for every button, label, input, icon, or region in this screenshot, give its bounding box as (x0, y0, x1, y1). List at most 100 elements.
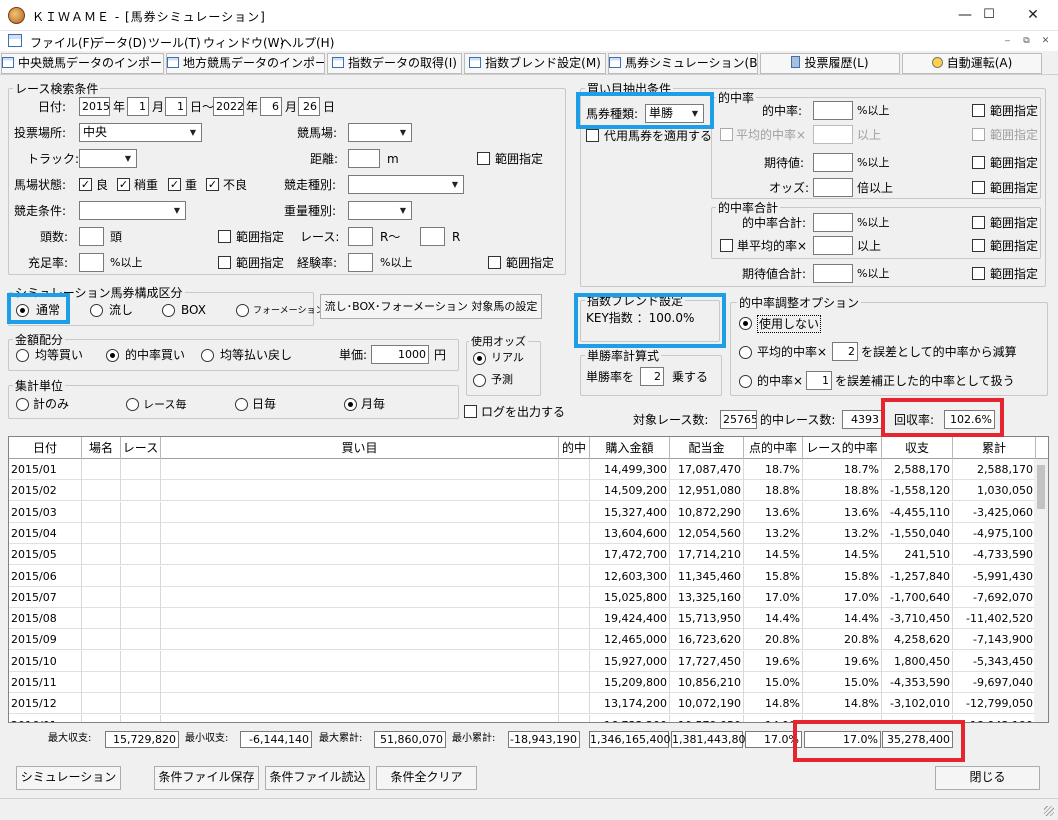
table-row[interactable]: 2015/07 15,025,800 13,325,160 17.0% 17.0% -1,… (9, 586, 1036, 608)
experience-range-checkbox[interactable] (488, 256, 501, 269)
menu-tools[interactable]: ツール(T) (148, 34, 201, 51)
table-row[interactable]: 2015/04 13,604,600 12,054,560 13.2% 13.2% -1,… (9, 522, 1036, 544)
race-to-input[interactable] (420, 227, 445, 246)
target-horse-setting-button[interactable]: 流し･BOX･フォーメーション 対象馬の設定 (320, 294, 542, 319)
adjust-none-radio[interactable] (739, 317, 752, 330)
col-date[interactable]: 日付 (9, 437, 82, 459)
col-balance[interactable]: 収支 (882, 437, 953, 459)
clear-conditions-button[interactable]: 条件全クリア (376, 766, 477, 790)
racecourse-select[interactable]: ▼ (348, 123, 412, 142)
runners-input[interactable] (79, 227, 104, 246)
expected-sum-input[interactable] (813, 264, 853, 283)
expected-range-checkbox[interactable] (972, 156, 985, 169)
weight-type-select[interactable]: ▼ (348, 201, 412, 220)
odds-real-radio[interactable] (473, 352, 486, 365)
single-avg-checkbox[interactable] (720, 239, 733, 252)
expected-sum-range-checkbox[interactable] (972, 267, 985, 280)
condition-heavy-checkbox[interactable]: ✓ (168, 178, 181, 191)
table-row[interactable]: 2015/08 19,424,400 15,713,950 14.4% 14.4% -3,… (9, 608, 1036, 630)
col-hit[interactable]: 的中 (559, 437, 590, 459)
distance-input[interactable] (348, 149, 380, 168)
runners-range-checkbox[interactable] (218, 230, 231, 243)
end-year-input[interactable]: 2022 (213, 97, 244, 116)
col-venue[interactable]: 場名 (82, 437, 121, 459)
fill-rate-range-checkbox[interactable] (218, 256, 231, 269)
venue-select[interactable]: 中央 ▼ (79, 123, 202, 142)
condition-bad-checkbox[interactable]: ✓ (206, 178, 219, 191)
hit-sum-range-checkbox[interactable] (972, 216, 985, 229)
col-bet[interactable]: 買い目 (161, 437, 559, 459)
equal-buy-radio[interactable] (16, 349, 29, 362)
table-row[interactable]: 2015/03 15,327,400 10,872,290 13.6% 13.6% -4,… (9, 501, 1036, 523)
col-purchase[interactable]: 購入金額 (590, 437, 670, 459)
table-row[interactable]: 2015/05 17,472,700 17,714,210 14.5% 14.5% 241… (9, 544, 1036, 566)
agg-day-radio[interactable] (235, 398, 248, 411)
race-type-select[interactable]: ▼ (348, 175, 464, 194)
load-conditions-button[interactable]: 条件ファイル読込 (265, 766, 370, 790)
agg-race-radio[interactable] (126, 398, 139, 411)
col-cumulative[interactable]: 累計 (953, 437, 1036, 459)
avg-hit-input[interactable] (813, 125, 853, 144)
condition-good-checkbox[interactable]: ✓ (79, 178, 92, 191)
hit-sum-input[interactable] (813, 213, 853, 232)
menu-help[interactable]: ヘルプ(H) (280, 34, 334, 51)
sim-nagashi-radio[interactable] (90, 304, 103, 317)
start-day-input[interactable]: 1 (165, 97, 187, 116)
distance-range-checkbox[interactable] (477, 152, 490, 165)
odds-input[interactable] (813, 178, 853, 197)
table-row[interactable]: 2015/12 13,174,200 10,072,190 14.8% 14.8% -3,… (9, 693, 1036, 715)
agg-total-radio[interactable] (16, 398, 29, 411)
mdi-close-button[interactable]: ✕ (1037, 34, 1054, 48)
table-row[interactable]: 2015/01 14,499,300 17,087,470 18.7% 18.7% 2,5… (9, 459, 1036, 480)
substitute-ticket-checkbox[interactable] (586, 129, 599, 142)
maximize-button[interactable]: ☐ (966, 0, 1012, 31)
table-row[interactable]: 2015/02 14,509,200 12,951,080 18.8% 18.8% -1,… (9, 480, 1036, 502)
log-output-checkbox[interactable] (464, 405, 477, 418)
single-avg-range-checkbox[interactable] (972, 239, 985, 252)
results-table[interactable]: 日付 場名 レース 買い目 的中 購入金額 配当金 点的中率 レース的中率 収支… (8, 436, 1049, 723)
ticket-sim-button[interactable]: 馬券シミュレーション(B) (608, 53, 758, 74)
adjust-correct-input[interactable]: 1 (806, 371, 832, 390)
adjust-subtract-radio[interactable] (739, 346, 752, 359)
menu-window[interactable]: ウィンドウ(W) (203, 34, 284, 51)
odds-predict-radio[interactable] (473, 374, 486, 387)
menu-file[interactable]: ファイル(F) (30, 34, 94, 51)
race-from-input[interactable] (348, 227, 373, 246)
mdi-restore-button[interactable]: ⧉ (1018, 34, 1035, 48)
race-condition-select[interactable]: ▼ (79, 201, 186, 220)
table-row[interactable]: 2015/06 12,603,300 11,345,460 15.8% 15.8% -1,… (9, 565, 1036, 587)
unit-price-input[interactable]: 1000 (371, 345, 429, 364)
hit-rate-range-checkbox[interactable] (972, 104, 985, 117)
close-window-button[interactable]: ✕ (1010, 0, 1056, 31)
simulation-button[interactable]: シミュレーション (16, 766, 121, 790)
adjust-correct-radio[interactable] (739, 375, 752, 388)
col-point-hit[interactable]: 点的中率 (744, 437, 803, 459)
equal-payout-radio[interactable] (201, 349, 214, 362)
table-scrollbar[interactable] (1034, 459, 1048, 722)
scrollbar-thumb[interactable] (1037, 465, 1045, 509)
odds-range-checkbox[interactable] (972, 181, 985, 194)
auto-run-button[interactable]: 自動運転(A) (902, 53, 1042, 74)
import-central-button[interactable]: 中央競馬データのインポート(J) (1, 53, 164, 74)
end-month-input[interactable]: 6 (260, 97, 282, 116)
sim-formation-radio[interactable] (236, 304, 249, 317)
table-row[interactable]: 2015/09 12,465,000 16,723,620 20.8% 20.8% 4,2… (9, 629, 1036, 651)
agg-month-radio[interactable] (344, 398, 357, 411)
experience-input[interactable] (348, 253, 373, 272)
save-conditions-button[interactable]: 条件ファイル保存 (154, 766, 259, 790)
col-race[interactable]: レース (121, 437, 161, 459)
col-payout[interactable]: 配当金 (670, 437, 744, 459)
sim-box-radio[interactable] (162, 304, 175, 317)
col-race-hit[interactable]: レース的中率 (803, 437, 882, 459)
start-month-input[interactable]: 1 (127, 97, 149, 116)
close-button[interactable]: 閉じる (935, 766, 1040, 790)
menu-data[interactable]: データ(D) (92, 34, 147, 51)
win-rate-power-input[interactable]: 2 (640, 367, 664, 386)
hit-rate-buy-radio[interactable] (106, 349, 119, 362)
fetch-index-button[interactable]: 指数データの取得(I) (327, 53, 462, 74)
avg-hit-checkbox[interactable] (720, 128, 733, 141)
start-year-input[interactable]: 2015 (79, 97, 110, 116)
mdi-minimize-button[interactable]: ‒ (999, 34, 1016, 48)
single-avg-input[interactable] (813, 236, 853, 255)
table-row[interactable]: 2015/11 15,209,800 10,856,210 15.0% 15.0% -4,… (9, 672, 1036, 693)
